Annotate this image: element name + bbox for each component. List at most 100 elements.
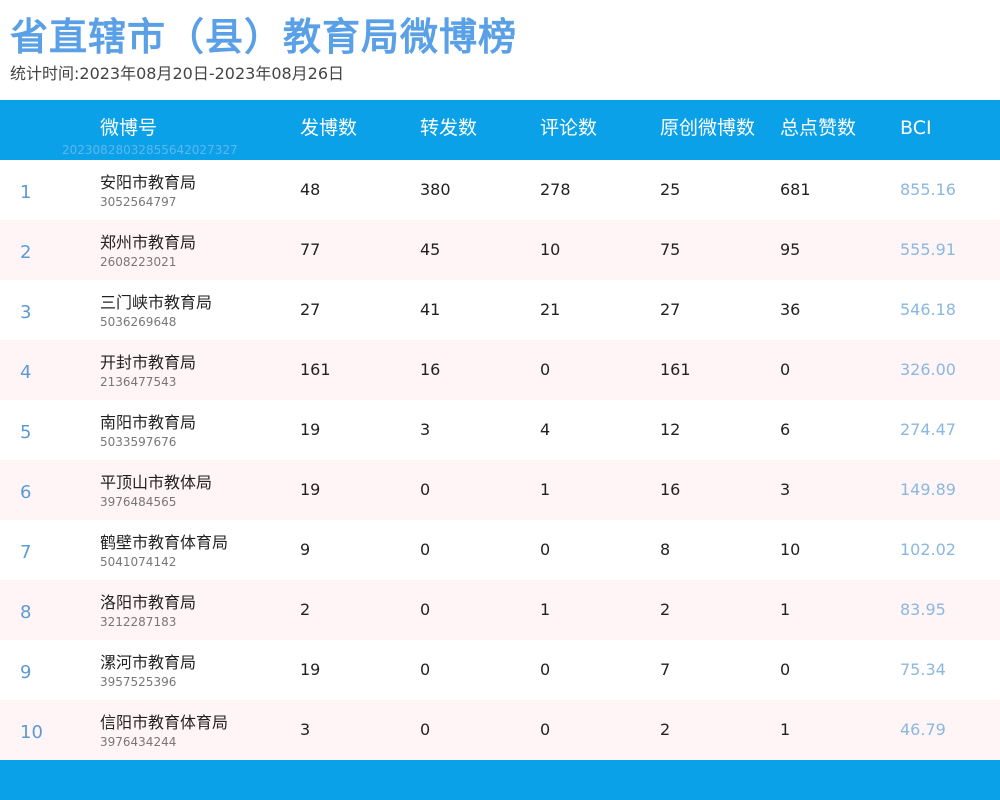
rank-number: 5 xyxy=(20,422,32,443)
likes-count: 3 xyxy=(780,480,791,499)
table-row: 4 开封市教育局 2136477543 161 16 0 161 0 326.0… xyxy=(0,340,1000,400)
likes-count: 10 xyxy=(780,540,801,559)
bci-score: 83.95 xyxy=(900,600,946,619)
account-id: 5041074142 xyxy=(100,555,177,569)
reposts-count: 0 xyxy=(420,480,431,499)
comments-count: 1 xyxy=(540,600,551,619)
table-row: 5 南阳市教育局 5033597676 19 3 4 12 6 274.47 xyxy=(0,400,1000,460)
original-count: 161 xyxy=(660,360,691,379)
comments-count: 0 xyxy=(540,540,551,559)
likes-count: 681 xyxy=(780,180,811,199)
original-count: 25 xyxy=(660,180,681,199)
original-count: 12 xyxy=(660,420,681,439)
posts-count: 161 xyxy=(300,360,331,379)
comments-count: 4 xyxy=(540,420,551,439)
posts-count: 19 xyxy=(300,660,321,679)
account-name[interactable]: 洛阳市教育局 xyxy=(100,593,196,613)
account-id: 5033597676 xyxy=(100,435,177,449)
account-name[interactable]: 信阳市教育体育局 xyxy=(100,713,228,733)
posts-count: 48 xyxy=(300,180,321,199)
table-row: 7 鹤壁市教育体育局 5041074142 9 0 0 8 10 102.02 xyxy=(0,520,1000,580)
reposts-count: 16 xyxy=(420,360,441,379)
rank-number: 3 xyxy=(20,302,32,323)
original-count: 27 xyxy=(660,300,681,319)
reposts-count: 0 xyxy=(420,600,431,619)
posts-count: 9 xyxy=(300,540,311,559)
bci-score: 75.34 xyxy=(900,660,946,679)
likes-count: 0 xyxy=(780,660,791,679)
rank-number: 8 xyxy=(20,602,32,623)
account-id: 3212287183 xyxy=(100,615,177,629)
likes-count: 95 xyxy=(780,240,801,259)
bci-score: 546.18 xyxy=(900,300,956,319)
account-name[interactable]: 漯河市教育局 xyxy=(100,653,196,673)
posts-count: 3 xyxy=(300,720,311,739)
account-name[interactable]: 鹤壁市教育体育局 xyxy=(100,533,228,553)
rank-number: 9 xyxy=(20,662,32,683)
comments-count: 10 xyxy=(540,240,561,259)
account-id: 2608223021 xyxy=(100,255,177,269)
account-id: 3976434244 xyxy=(100,735,177,749)
bci-score: 274.47 xyxy=(900,420,956,439)
header-comments: 评论数 xyxy=(540,117,598,139)
account-name[interactable]: 郑州市教育局 xyxy=(100,233,196,253)
rank-number: 7 xyxy=(20,542,32,563)
header-weibo: 微博号 xyxy=(100,117,158,139)
original-count: 2 xyxy=(660,600,671,619)
comments-count: 0 xyxy=(540,720,551,739)
reposts-count: 0 xyxy=(420,540,431,559)
table-row: 6 平顶山市教体局 3976484565 19 0 1 16 3 149.89 xyxy=(0,460,1000,520)
likes-count: 6 xyxy=(780,420,791,439)
reposts-count: 41 xyxy=(420,300,441,319)
table-row: 2 郑州市教育局 2608223021 77 45 10 75 95 555.9… xyxy=(0,220,1000,280)
likes-count: 1 xyxy=(780,600,791,619)
table-row: 8 洛阳市教育局 3212287183 2 0 1 2 1 83.95 xyxy=(0,580,1000,640)
rank-number: 2 xyxy=(20,242,32,263)
rank-number: 10 xyxy=(20,722,43,743)
header-original: 原创微博数 xyxy=(660,117,756,139)
original-count: 16 xyxy=(660,480,681,499)
account-name[interactable]: 开封市教育局 xyxy=(100,353,196,373)
table-row: 1 安阳市教育局 3052564797 48 380 278 25 681 85… xyxy=(0,160,1000,220)
account-name[interactable]: 南阳市教育局 xyxy=(100,413,196,433)
comments-count: 278 xyxy=(540,180,571,199)
reposts-count: 0 xyxy=(420,720,431,739)
account-name[interactable]: 安阳市教育局 xyxy=(100,173,196,193)
account-id: 2136477543 xyxy=(100,375,177,389)
posts-count: 27 xyxy=(300,300,321,319)
footer-bar xyxy=(0,760,1000,800)
original-count: 8 xyxy=(660,540,671,559)
account-id: 3976484565 xyxy=(100,495,177,509)
header-likes: 总点赞数 xyxy=(780,117,857,139)
original-count: 75 xyxy=(660,240,681,259)
posts-count: 2 xyxy=(300,600,311,619)
account-name[interactable]: 平顶山市教体局 xyxy=(100,473,212,493)
original-count: 2 xyxy=(660,720,671,739)
comments-count: 21 xyxy=(540,300,561,319)
account-id: 5036269648 xyxy=(100,315,177,329)
bci-score: 555.91 xyxy=(900,240,956,259)
comments-count: 1 xyxy=(540,480,551,499)
table-row: 3 三门峡市教育局 5036269648 27 41 21 27 36 546.… xyxy=(0,280,1000,340)
posts-count: 77 xyxy=(300,240,321,259)
bci-score: 326.00 xyxy=(900,360,956,379)
account-name[interactable]: 三门峡市教育局 xyxy=(100,293,212,313)
bci-score: 46.79 xyxy=(900,720,946,739)
comments-count: 0 xyxy=(540,660,551,679)
reposts-count: 45 xyxy=(420,240,441,259)
header-code: 20230828032855642027327 xyxy=(62,143,238,157)
likes-count: 1 xyxy=(780,720,791,739)
original-count: 7 xyxy=(660,660,671,679)
page-title: 省直辖市（县）教育局微博榜 xyxy=(10,15,518,59)
likes-count: 36 xyxy=(780,300,801,319)
posts-count: 19 xyxy=(300,420,321,439)
account-id: 3052564797 xyxy=(100,195,177,209)
table-header: 微博号 20230828032855642027327 发博数 转发数 评论数 … xyxy=(0,100,1000,160)
header-bci: BCI xyxy=(900,117,932,139)
rank-number: 4 xyxy=(20,362,32,383)
reposts-count: 0 xyxy=(420,660,431,679)
posts-count: 19 xyxy=(300,480,321,499)
bci-score: 102.02 xyxy=(900,540,956,559)
bci-score: 149.89 xyxy=(900,480,956,499)
comments-count: 0 xyxy=(540,360,551,379)
